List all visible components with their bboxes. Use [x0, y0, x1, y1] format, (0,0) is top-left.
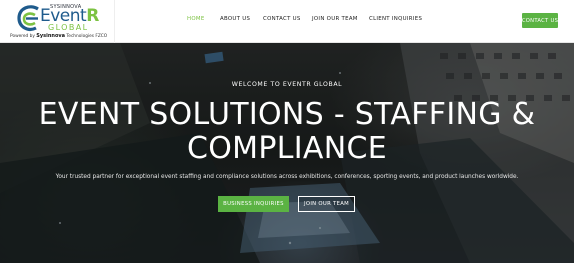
nav-contact-us[interactable]: CONTACT US — [263, 16, 301, 22]
hero-welcome-text: WELCOME TO EVENTR GLOBAL — [231, 81, 343, 88]
nav-join-our-team[interactable]: JOIN OUR TEAM — [312, 16, 358, 22]
hero-title-line-2: COMPLIANCE — [187, 131, 387, 166]
logo-powered-by: Powered by Sysinnova Technologies FZCO — [10, 33, 108, 39]
header-contact-button[interactable]: CONTACT US — [522, 13, 558, 28]
hero-title: EVENT SOLUTIONS - STAFFING & COMPLIANCE — [0, 98, 574, 166]
nav-home[interactable]: HOME — [187, 16, 205, 22]
business-inquiries-button[interactable]: BUSINESS INQUIRIES — [218, 196, 289, 212]
site-logo[interactable]: SYSINNOVA EventR GLOBAL Powered by Sysin… — [6, 3, 114, 41]
join-our-team-button[interactable]: JOIN OUR TEAM — [298, 196, 355, 212]
nav-client-inquiries[interactable]: CLIENT INQUIRIES — [369, 16, 422, 22]
nav-about-us[interactable]: ABOUT US — [220, 16, 250, 22]
eventr-swirl-logo-icon — [17, 5, 39, 31]
site-header: SYSINNOVA EventR GLOBAL Powered by Sysin… — [0, 0, 574, 43]
hero-title-line-1: EVENT SOLUTIONS - STAFFING & — [38, 97, 536, 132]
header-divider — [114, 0, 115, 43]
hero-tagline: Your trusted partner for exceptional eve… — [55, 174, 519, 180]
hero-section: WELCOME TO EVENTR GLOBAL EVENT SOLUTIONS… — [0, 43, 574, 263]
logo-global-text: GLOBAL — [48, 23, 89, 32]
